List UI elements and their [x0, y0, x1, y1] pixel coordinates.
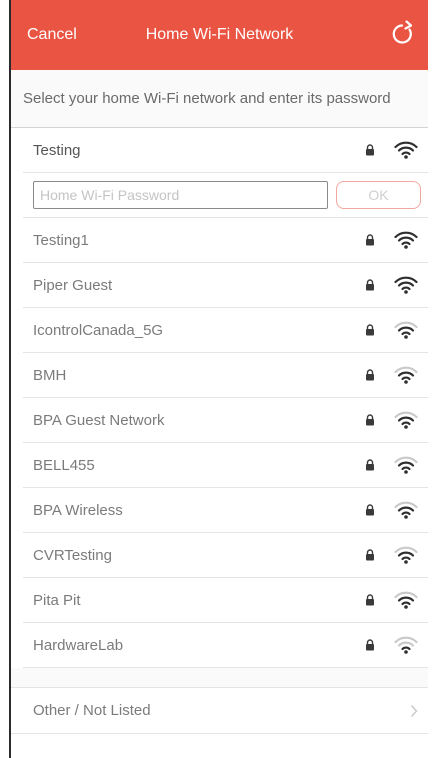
lock-icon [366, 504, 374, 516]
wifi-signal-icon [394, 411, 418, 429]
network-name: Pita Pit [33, 591, 81, 609]
page-title: Home Wi-Fi Network [145, 26, 294, 43]
network-name: BPA Guest Network [33, 411, 165, 429]
nav-bar: Cancel Home Wi-Fi Network [11, 0, 428, 70]
network-name: Testing1 [33, 231, 89, 249]
wifi-signal-icon [394, 636, 418, 654]
password-row: OK [23, 173, 428, 218]
network-name: IcontrolCanada_5G [33, 321, 164, 339]
wifi-signal-icon [394, 501, 418, 519]
network-name: Testing [33, 141, 81, 159]
network-row[interactable]: CVRTesting [23, 533, 428, 578]
lock-icon [366, 369, 374, 381]
network-row[interactable]: HardwareLab [23, 623, 428, 668]
wifi-signal-icon [394, 321, 418, 339]
wifi-signal-icon [394, 231, 418, 249]
network-row[interactable]: BPA Guest Network [23, 398, 428, 443]
refresh-icon[interactable] [388, 20, 416, 48]
lock-icon [366, 594, 374, 606]
network-name: BPA Wireless [33, 501, 123, 519]
lock-icon [366, 459, 374, 471]
network-row[interactable]: IcontrolCanada_5G [23, 308, 428, 353]
list-footer [11, 734, 428, 758]
lock-icon [366, 549, 374, 561]
ok-button[interactable]: OK [336, 181, 421, 209]
wifi-signal-icon [394, 591, 418, 609]
other-network-label: Other / Not Listed [33, 702, 151, 719]
network-row[interactable]: BPA Wireless [23, 488, 428, 533]
lock-icon [366, 414, 374, 426]
lock-icon [366, 234, 374, 246]
chevron-right-icon [410, 705, 418, 717]
wifi-signal-icon [394, 366, 418, 384]
network-name: HardwareLab [33, 636, 124, 654]
network-name: BMH [33, 366, 67, 384]
lock-icon [366, 279, 374, 291]
section-gap [11, 668, 428, 688]
network-row[interactable]: BMH [23, 353, 428, 398]
frame-right [428, 0, 436, 758]
lock-icon [366, 144, 374, 156]
network-list: Testing OK Testing1 Piper Guest IcontrolCa… [11, 128, 428, 758]
network-row-selected[interactable]: Testing [23, 128, 428, 173]
network-name: CVRTesting [33, 546, 112, 564]
lock-icon [366, 639, 374, 651]
other-network-row[interactable]: Other / Not Listed [11, 688, 428, 734]
wifi-signal-icon [394, 141, 418, 159]
instruction-text: Select your home Wi-Fi network and enter… [11, 70, 428, 128]
network-row[interactable]: BELL455 [23, 443, 428, 488]
wifi-signal-icon [394, 276, 418, 294]
network-row[interactable]: Testing1 [23, 218, 428, 263]
lock-icon [366, 324, 374, 336]
network-name: BELL455 [33, 456, 95, 474]
wifi-signal-icon [394, 546, 418, 564]
network-row[interactable]: Pita Pit [23, 578, 428, 623]
wifi-signal-icon [394, 456, 418, 474]
network-row[interactable]: Piper Guest [23, 263, 428, 308]
password-input[interactable] [33, 181, 328, 209]
network-name: Piper Guest [33, 276, 113, 294]
